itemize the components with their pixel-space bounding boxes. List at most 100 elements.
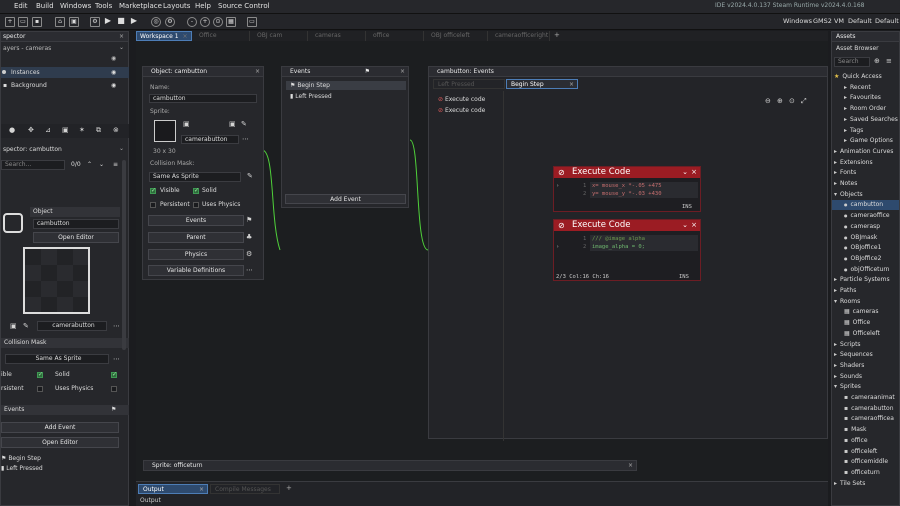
asset-tree-item[interactable]: ▸ Notes: [832, 179, 899, 189]
solid-checkbox[interactable]: [193, 187, 199, 194]
gear-icon[interactable]: ⚙: [246, 250, 252, 258]
chevron-up-icon[interactable]: ⌃: [87, 160, 92, 169]
open-editor-button-2[interactable]: Open Editor: [1, 437, 119, 448]
chevron-down-icon[interactable]: ⌄: [99, 160, 104, 169]
tab-begin-step[interactable]: Begin Step ×: [506, 79, 578, 89]
settings-icon[interactable]: ⚙: [165, 17, 175, 27]
close-icon[interactable]: ×: [691, 167, 697, 178]
zoom-in-icon[interactable]: +: [200, 17, 210, 27]
flag-icon[interactable]: ⚑: [111, 405, 116, 415]
tab-left-pressed[interactable]: Left Pressed: [433, 79, 505, 89]
asset-tree-item[interactable]: ● OBJmask: [832, 233, 899, 243]
magic-tool-icon[interactable]: ✶: [79, 126, 85, 134]
asset-tree-item[interactable]: ▸ Scripts: [832, 340, 899, 350]
asset-tree-item[interactable]: ★ Quick Access: [832, 72, 899, 82]
fold-arrow-icon[interactable]: ›: [556, 243, 559, 251]
target-device[interactable]: Default: [875, 17, 899, 25]
copy-tool-icon[interactable]: ⧉: [96, 126, 101, 135]
menu-windows[interactable]: Windows: [60, 2, 91, 10]
circle-tool-icon[interactable]: ●: [9, 126, 15, 134]
run-icon[interactable]: ▶: [103, 17, 113, 27]
fold-arrow-icon[interactable]: ›: [556, 182, 559, 190]
asset-tree-item[interactable]: ● OBJoffice1: [832, 243, 899, 253]
collision-section-header[interactable]: Collision Mask: [1, 338, 129, 348]
asset-tree-item[interactable]: ▸ Particle Systems: [832, 275, 899, 285]
move-tool-icon[interactable]: ✥: [28, 126, 34, 134]
execute-code-block-2[interactable]: ⊘ Execute Code ⌄ × › 1 2 /// @image alph…: [553, 219, 701, 281]
chevron-down-icon[interactable]: ⌄: [682, 167, 688, 178]
asset-tree-item[interactable]: ▾ Objects: [832, 190, 899, 200]
code-line[interactable]: image_alpha = 0;: [592, 243, 645, 251]
menu-marketplace[interactable]: Marketplace: [119, 2, 162, 10]
menu-tools[interactable]: Tools: [95, 2, 112, 10]
layer-background[interactable]: ▪ Background ◉: [1, 80, 129, 91]
asset-tree-item[interactable]: ▪ camerabutton: [832, 404, 899, 414]
brush-icon[interactable]: ✎: [241, 120, 247, 128]
tab-output[interactable]: Output ×: [138, 484, 208, 494]
open-project-icon[interactable]: ▭: [18, 17, 28, 27]
persistent-checkbox[interactable]: [37, 386, 43, 392]
asset-tree-item[interactable]: ● cambutton: [832, 200, 899, 211]
asset-tree-item[interactable]: ▸ Recent: [832, 83, 899, 93]
asset-tree-item[interactable]: ▸ Tile Sets: [832, 479, 899, 489]
target-icon[interactable]: ◎: [151, 17, 161, 27]
physics-button[interactable]: Physics: [148, 249, 244, 260]
asset-tree-item[interactable]: ▪ officeturn: [832, 468, 899, 478]
asset-tree-item[interactable]: ▸ Paths: [832, 286, 899, 296]
target-platform[interactable]: Windows: [783, 17, 812, 25]
parent-icon[interactable]: ♣: [246, 233, 252, 241]
code-line[interactable]: x= mouse_x *-.05 +475: [592, 182, 662, 190]
events-button[interactable]: Events: [148, 215, 244, 226]
object-name-field[interactable]: cambutton: [33, 219, 119, 229]
menu-help[interactable]: Help: [195, 2, 211, 10]
event-left-pressed[interactable]: ▮ Left Pressed: [286, 92, 332, 101]
edit-sprite-icon[interactable]: ▣: [229, 120, 236, 128]
eye-icon[interactable]: ◉: [111, 68, 116, 77]
collision-mask-select[interactable]: Same As Sprite: [5, 354, 109, 364]
asset-tree-item[interactable]: ▾ Sprites: [832, 382, 899, 392]
eye-icon[interactable]: ◉: [111, 54, 116, 63]
visible-checkbox[interactable]: [37, 371, 43, 378]
close-icon[interactable]: ×: [199, 485, 204, 495]
asset-tree-item[interactable]: ▸ Shaders: [832, 361, 899, 371]
tab-inactive-6[interactable]: cameraofficeright: [492, 31, 550, 41]
tab-inactive-1[interactable]: Office: [196, 31, 250, 41]
event-item-begin-step[interactable]: ⚑ Begin Step: [1, 454, 41, 463]
sprite-thumbnail[interactable]: [154, 120, 176, 142]
asset-tree-item[interactable]: ▸ Sequences: [832, 350, 899, 360]
menu-build[interactable]: Build: [36, 2, 54, 10]
persistent-checkbox[interactable]: [150, 202, 156, 208]
target-vm[interactable]: GMS2 VM: [813, 17, 844, 25]
asset-tree-item[interactable]: ▦ Office: [832, 318, 899, 328]
asset-tree-item[interactable]: ▸ Saved Searches: [832, 115, 899, 125]
asset-tree-item[interactable]: ▪ office: [832, 436, 899, 446]
debug-icon[interactable]: ⚙: [90, 17, 100, 27]
flag-icon[interactable]: ⚑: [365, 67, 370, 77]
execute-code-block-1[interactable]: ⊘ Execute Code ⌄ × › 1 2 x= mouse_x *-.0…: [553, 166, 701, 212]
fullscreen-icon[interactable]: ⤢: [801, 97, 807, 106]
zoom-out-icon[interactable]: -: [187, 17, 197, 27]
zoom-in-icon[interactable]: ⊕: [777, 97, 783, 105]
stop-icon[interactable]: ■: [116, 17, 126, 27]
layer-instances[interactable]: Instances ◉: [1, 67, 129, 78]
tab-workspace-1[interactable]: Workspace 1 ×: [136, 31, 192, 41]
more-icon[interactable]: ⋯: [113, 355, 120, 363]
delete-tool-icon[interactable]: ⊗: [113, 126, 119, 134]
open-editor-button[interactable]: Open Editor: [33, 232, 119, 243]
inspector-scrollbar[interactable]: [122, 160, 126, 350]
close-icon[interactable]: ×: [255, 67, 260, 77]
asset-tree-item[interactable]: ▸ Extensions: [832, 158, 899, 168]
target-config[interactable]: Default: [848, 17, 872, 25]
events-section-header[interactable]: Events ⚑: [1, 405, 129, 415]
tab-inactive-4[interactable]: office: [370, 31, 424, 41]
edit-sprite-icon[interactable]: ▣: [10, 322, 17, 330]
collision-mask-select[interactable]: Same As Sprite: [149, 172, 241, 182]
asset-tree-item[interactable]: ▸ Room Order: [832, 104, 899, 114]
event-begin-step[interactable]: ⚑ Begin Step: [286, 81, 406, 90]
tab-inactive-3[interactable]: cameras: [312, 31, 366, 41]
layer-tool-icon[interactable]: ▣: [62, 126, 69, 134]
save-icon[interactable]: ▪: [32, 17, 42, 27]
close-icon[interactable]: ×: [569, 80, 574, 90]
flag-icon[interactable]: ⚑: [246, 216, 252, 224]
solid-checkbox[interactable]: [111, 371, 117, 378]
